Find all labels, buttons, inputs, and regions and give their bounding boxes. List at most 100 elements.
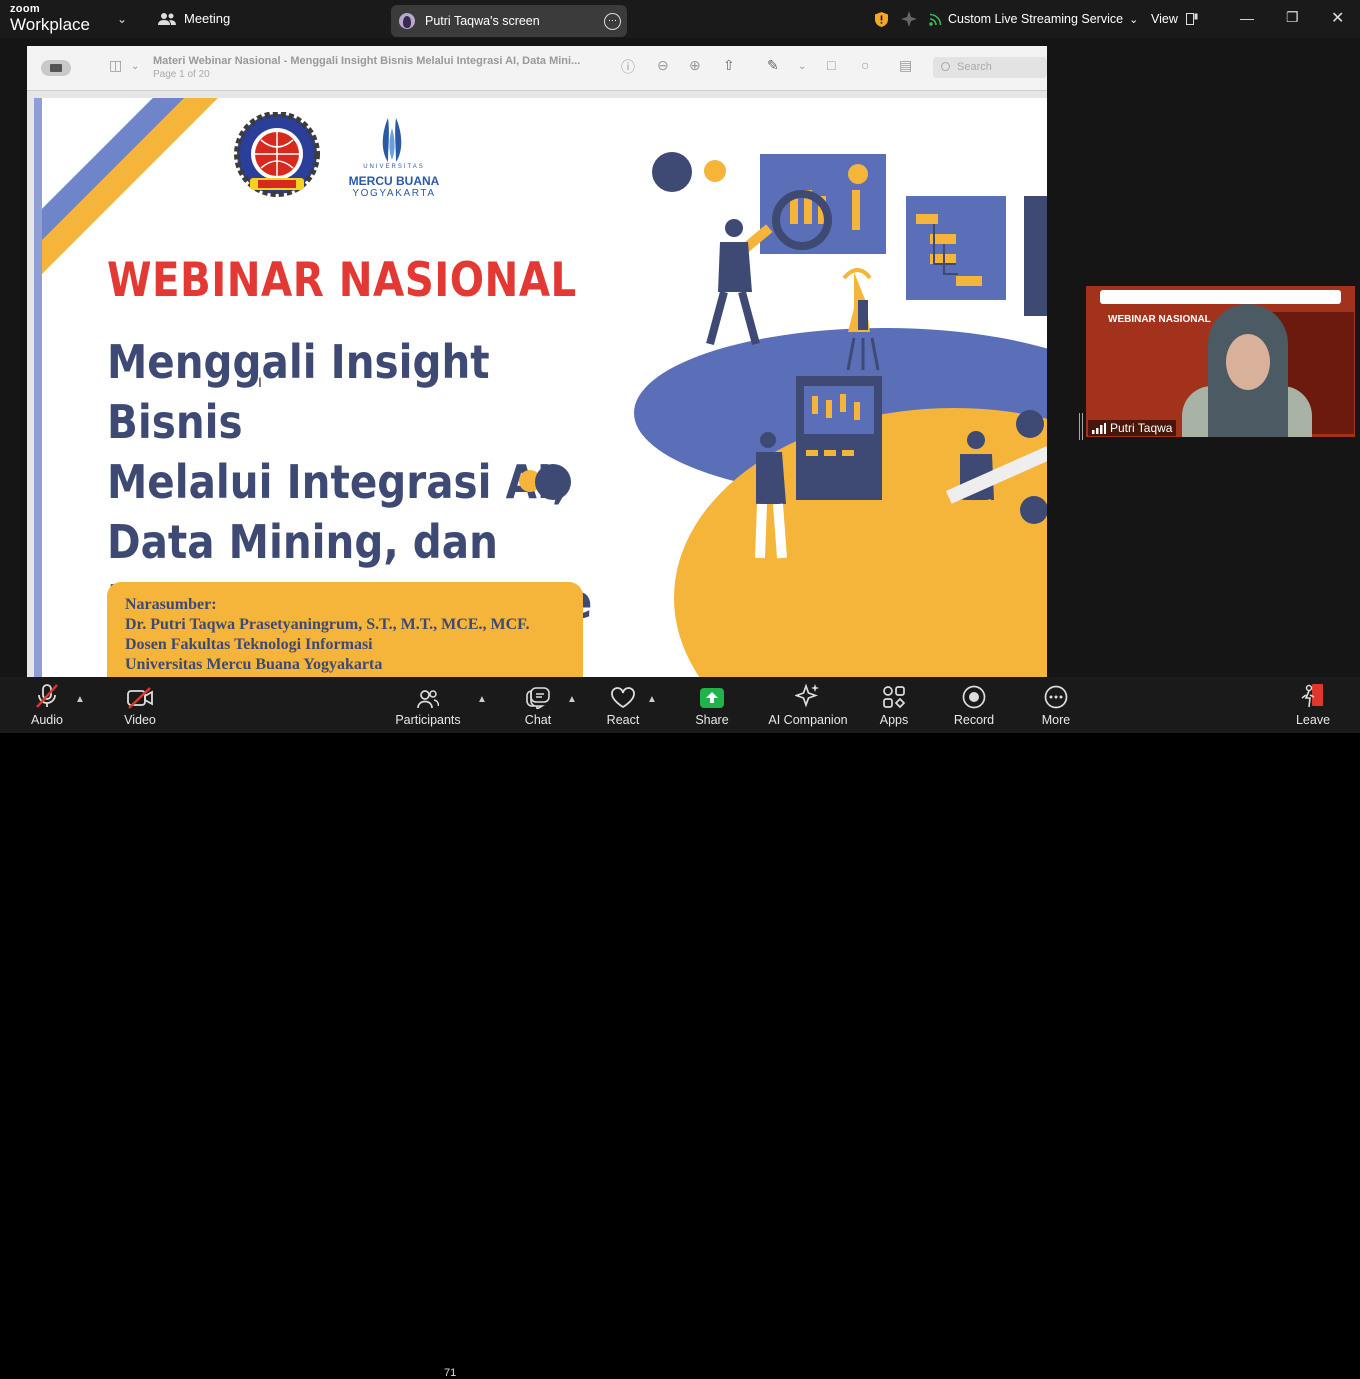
form-fill-icon[interactable]: ▤: [899, 57, 912, 74]
broadcast-icon: [929, 13, 942, 26]
restore-icon[interactable]: ❐: [1286, 9, 1299, 26]
share-icon[interactable]: ⇧: [723, 57, 735, 74]
share-screen-icon: [700, 688, 724, 708]
panel-resize-handle[interactable]: [1079, 413, 1083, 440]
record-label: Record: [953, 713, 995, 727]
speaker-line: Universitas Mercu Buana Yogyakarta: [125, 656, 383, 673]
slide-kicker: WEBINAR NASIONAL: [107, 253, 577, 308]
participant-head: [1208, 304, 1288, 437]
participant-name: Putri Taqwa: [1110, 421, 1173, 435]
leave-button[interactable]: Leave: [1292, 677, 1334, 733]
screen-share-pill[interactable]: Putri Taqwa's screen ⋯: [391, 5, 627, 37]
info-icon[interactable]: ⓘ: [621, 57, 635, 77]
decor-dot-navy: [535, 464, 571, 500]
chevron-down-icon[interactable]: ⌄: [131, 61, 139, 72]
heart-icon: [611, 687, 635, 709]
speaker-box: Narasumber: Dr. Putri Taqwa Prasetyaning…: [107, 582, 583, 677]
page-count: Page 1 of 20: [153, 69, 210, 80]
ai-sparkle-icon[interactable]: [901, 0, 917, 38]
apps-button[interactable]: Apps: [872, 677, 916, 733]
participants-options-caret[interactable]: ▲: [477, 694, 487, 705]
layout-icon: [1185, 13, 1198, 25]
react-label: React: [606, 713, 640, 727]
share-button[interactable]: Share: [690, 677, 734, 733]
text-cursor-icon: I: [258, 374, 262, 390]
chat-label: Chat: [524, 713, 552, 727]
view-label: View: [1151, 12, 1178, 26]
chevron-down-icon[interactable]: ⌄: [117, 12, 127, 26]
decor-circle-navy: [652, 152, 692, 192]
rotate-icon[interactable]: □: [827, 57, 835, 73]
streaming-label: Custom Live Streaming Service: [948, 12, 1124, 26]
slide-title-line: Data Mining, dan: [107, 515, 498, 569]
record-button[interactable]: Record: [950, 677, 998, 733]
document-title: Materi Webinar Nasional - Menggali Insig…: [153, 55, 581, 67]
tile-banner-title: WEBINAR NASIONAL: [1108, 314, 1211, 325]
leave-icon: [1301, 684, 1323, 708]
minimize-icon[interactable]: —: [1240, 10, 1254, 26]
chat-icon: [526, 687, 550, 709]
more-button[interactable]: More: [1034, 677, 1078, 733]
markup-pen-icon[interactable]: ✎: [767, 57, 779, 74]
mercu-buana-logo: UNIVERSITAS MERCU BUANA YOGYAKARTA: [342, 112, 446, 204]
zoom-in-icon[interactable]: ⊕: [689, 57, 701, 74]
business-analytics-illustration: [706, 154, 1047, 559]
view-menu[interactable]: View: [1151, 0, 1198, 38]
meeting-controls: Audio ▲ Video Participants 71 ▲ Chat ▲ R…: [0, 677, 1360, 1379]
slide-page: UNIVERSITAS MERCU BUANA YOGYAKARTA WEBIN…: [34, 98, 1047, 677]
logo-univ-label: UNIVERSITAS: [363, 164, 425, 170]
audio-button[interactable]: Audio: [18, 677, 76, 733]
more-options-icon[interactable]: ⋯: [604, 13, 621, 30]
participants-button[interactable]: Participants: [394, 677, 462, 733]
leave-label: Leave: [1295, 713, 1331, 727]
speaker-line: Narasumber:: [125, 596, 217, 613]
shared-pdf-viewer: ◫ ⌄ Materi Webinar Nasional - Menggali I…: [27, 46, 1047, 677]
brand-top: zoom: [10, 3, 40, 15]
chevron-down-icon: ⌄: [1129, 13, 1139, 26]
camera-off-icon: [127, 687, 153, 709]
participant-name-tag: Putri Taqwa: [1088, 420, 1177, 436]
meeting-label: Meeting: [184, 11, 231, 26]
meeting-menu[interactable]: Meeting: [158, 11, 230, 26]
react-button[interactable]: React: [600, 677, 646, 733]
share-label: Share: [695, 713, 729, 727]
slide-title-line: Menggali Insight Bisnis: [107, 335, 490, 449]
security-shield-icon[interactable]: [875, 0, 888, 38]
close-icon[interactable]: ✕: [1331, 8, 1344, 28]
zoom-logo: zoom Workplace: [10, 3, 90, 34]
video-label: Video: [124, 713, 156, 727]
chevron-down-icon[interactable]: ⌄: [798, 61, 806, 72]
pdf-search-input[interactable]: Search: [933, 57, 1047, 78]
logo-name-label: MERCU BUANA: [348, 174, 440, 188]
speaker-line: Dr. Putri Taqwa Prasetyaningrum, S.T., M…: [125, 616, 530, 633]
zoom-out-icon[interactable]: ⊖: [657, 57, 669, 74]
mic-muted-icon: [36, 684, 58, 708]
react-options-caret[interactable]: ▲: [647, 694, 657, 705]
screen-share-label: Putri Taqwa's screen: [425, 14, 540, 28]
participant-video-tile[interactable]: WEBINAR NASIONAL Putri Taqwa: [1086, 286, 1355, 437]
live-streaming-menu[interactable]: Custom Live Streaming Service ⌄: [929, 0, 1138, 38]
apps-label: Apps: [879, 713, 909, 727]
more-icon: [1044, 685, 1068, 709]
audio-options-caret[interactable]: ▲: [75, 694, 85, 705]
video-button[interactable]: Video: [112, 677, 168, 733]
brand-bottom: Workplace: [10, 15, 90, 34]
audio-label: Audio: [31, 713, 63, 727]
record-icon: [962, 685, 986, 709]
participants-icon: [417, 690, 439, 709]
highlight-icon[interactable]: ○: [861, 57, 869, 73]
logo-city-label: YOGYAKARTA: [352, 188, 436, 199]
presenter-avatar: [399, 13, 415, 29]
top-bar: zoom Workplace ⌄ Meeting Putri Taqwa's s…: [0, 0, 1360, 38]
pdf-toolbar: ◫ ⌄ Materi Webinar Nasional - Menggali I…: [27, 46, 1047, 91]
ai-companion-button[interactable]: AI Companion: [766, 677, 850, 733]
chat-button[interactable]: Chat: [516, 677, 560, 733]
participants-label: Participants: [395, 713, 461, 727]
sidebar-view-icon[interactable]: ◫: [109, 57, 122, 74]
people-icon: [158, 12, 176, 25]
ai-companion-label: AI Companion: [768, 713, 848, 727]
sidebar-toggle-button[interactable]: [41, 60, 71, 76]
speaker-line: Dosen Fakultas Teknologi Informasi: [125, 636, 373, 653]
chat-options-caret[interactable]: ▲: [567, 694, 577, 705]
stekom-university-logo: [234, 112, 320, 197]
